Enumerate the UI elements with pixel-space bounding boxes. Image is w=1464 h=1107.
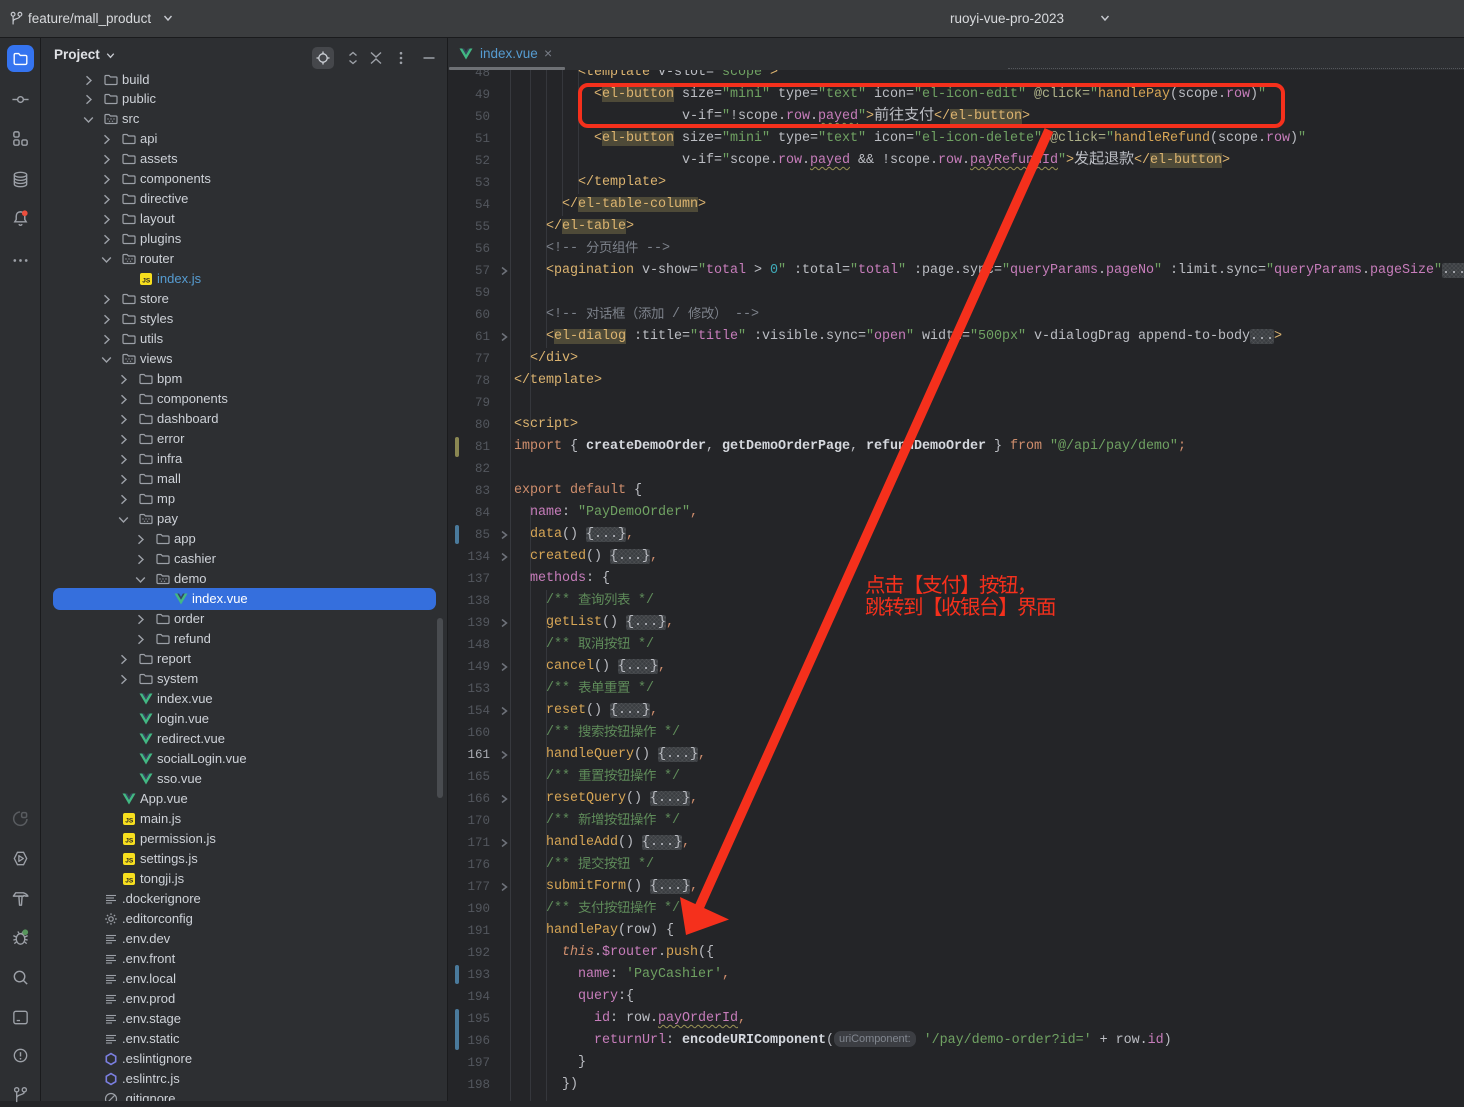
- svg-text:JS: JS: [125, 837, 134, 844]
- svg-text:JS: JS: [125, 877, 134, 884]
- svg-text:JS: JS: [125, 857, 134, 864]
- svg-text:JS: JS: [125, 817, 134, 824]
- svg-text:JS: JS: [142, 277, 151, 284]
